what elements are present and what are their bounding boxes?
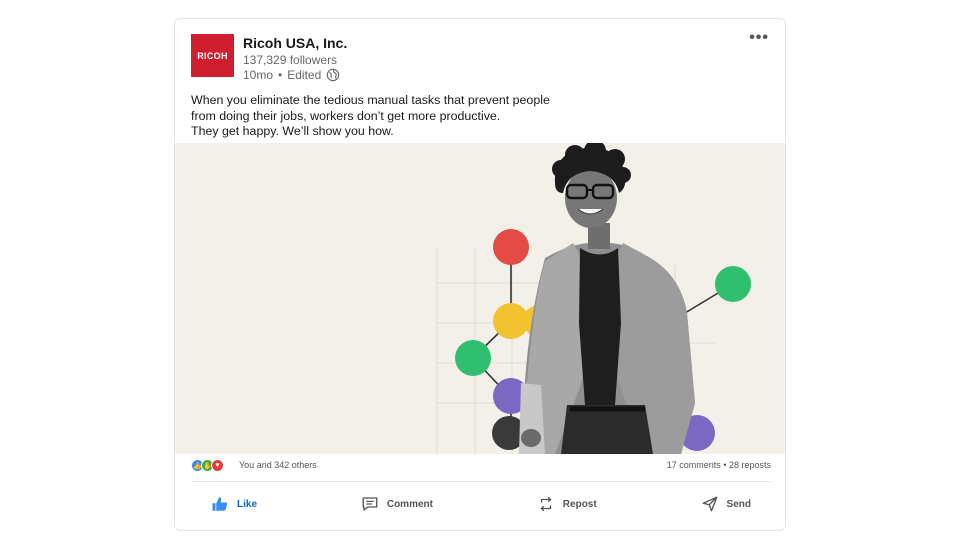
post-body: When you eliminate the tedious manual ta…	[191, 93, 591, 140]
logo-text: RICOH	[197, 50, 228, 61]
reactions-count[interactable]: You and 342 others	[239, 460, 317, 470]
send-button[interactable]: Send	[681, 489, 771, 519]
comment-icon	[362, 497, 378, 511]
like-label: Like	[237, 498, 258, 510]
reposts-count[interactable]: 28 reposts	[729, 460, 771, 470]
social-counts: 👍 ✋ ♥ You and 342 others 17 comments • 2…	[191, 459, 771, 473]
green-dot	[715, 266, 751, 302]
post-age: 10mo	[243, 68, 274, 82]
reaction-icons[interactable]: 👍 ✋ ♥	[191, 459, 224, 472]
send-icon	[702, 496, 717, 512]
green-dot	[455, 340, 491, 376]
org-name[interactable]: Ricoh USA, Inc.	[243, 35, 347, 51]
comments-count[interactable]: 17 comments	[667, 460, 721, 470]
globe-icon	[326, 68, 340, 82]
love-reaction-icon: ♥	[211, 459, 224, 472]
post-text-line: from doing their jobs, workers don’t get…	[191, 108, 501, 123]
comment-repost-counts: 17 comments • 28 reposts	[667, 460, 771, 470]
comment-button[interactable]: Comment	[341, 489, 453, 519]
like-button[interactable]: Like	[191, 489, 277, 519]
counts-separator: •	[723, 460, 727, 470]
post-header: RICOH Ricoh USA, Inc. 137,329 followers …	[191, 29, 771, 84]
post-text-line: They get happy. We’ll show you how.	[191, 124, 394, 138]
edited-label: Edited	[287, 68, 322, 82]
meta-separator: •	[278, 68, 283, 82]
comment-label: Comment	[386, 498, 433, 510]
repost-icon	[540, 496, 552, 512]
more-options-icon[interactable]: •••	[749, 29, 769, 47]
post-image[interactable]	[175, 143, 785, 454]
follower-count: 137,329 followers	[243, 53, 338, 67]
post-card: RICOH Ricoh USA, Inc. 137,329 followers …	[174, 18, 786, 531]
person-photo	[519, 143, 695, 454]
send-label: Send	[726, 498, 751, 510]
action-bar: Like Comment Repost Send	[191, 489, 771, 519]
repost-button[interactable]: Repost	[517, 489, 617, 519]
red-dot	[493, 229, 529, 265]
company-logo[interactable]: RICOH	[191, 34, 234, 77]
divider	[191, 481, 771, 482]
thumbs-up-icon	[212, 497, 228, 511]
post-text-line: When you eliminate the tedious manual ta…	[191, 93, 550, 107]
network-diagram-graphic	[436, 143, 751, 454]
repost-label: Repost	[562, 498, 597, 510]
post-meta: 10mo • Edited	[243, 68, 340, 82]
